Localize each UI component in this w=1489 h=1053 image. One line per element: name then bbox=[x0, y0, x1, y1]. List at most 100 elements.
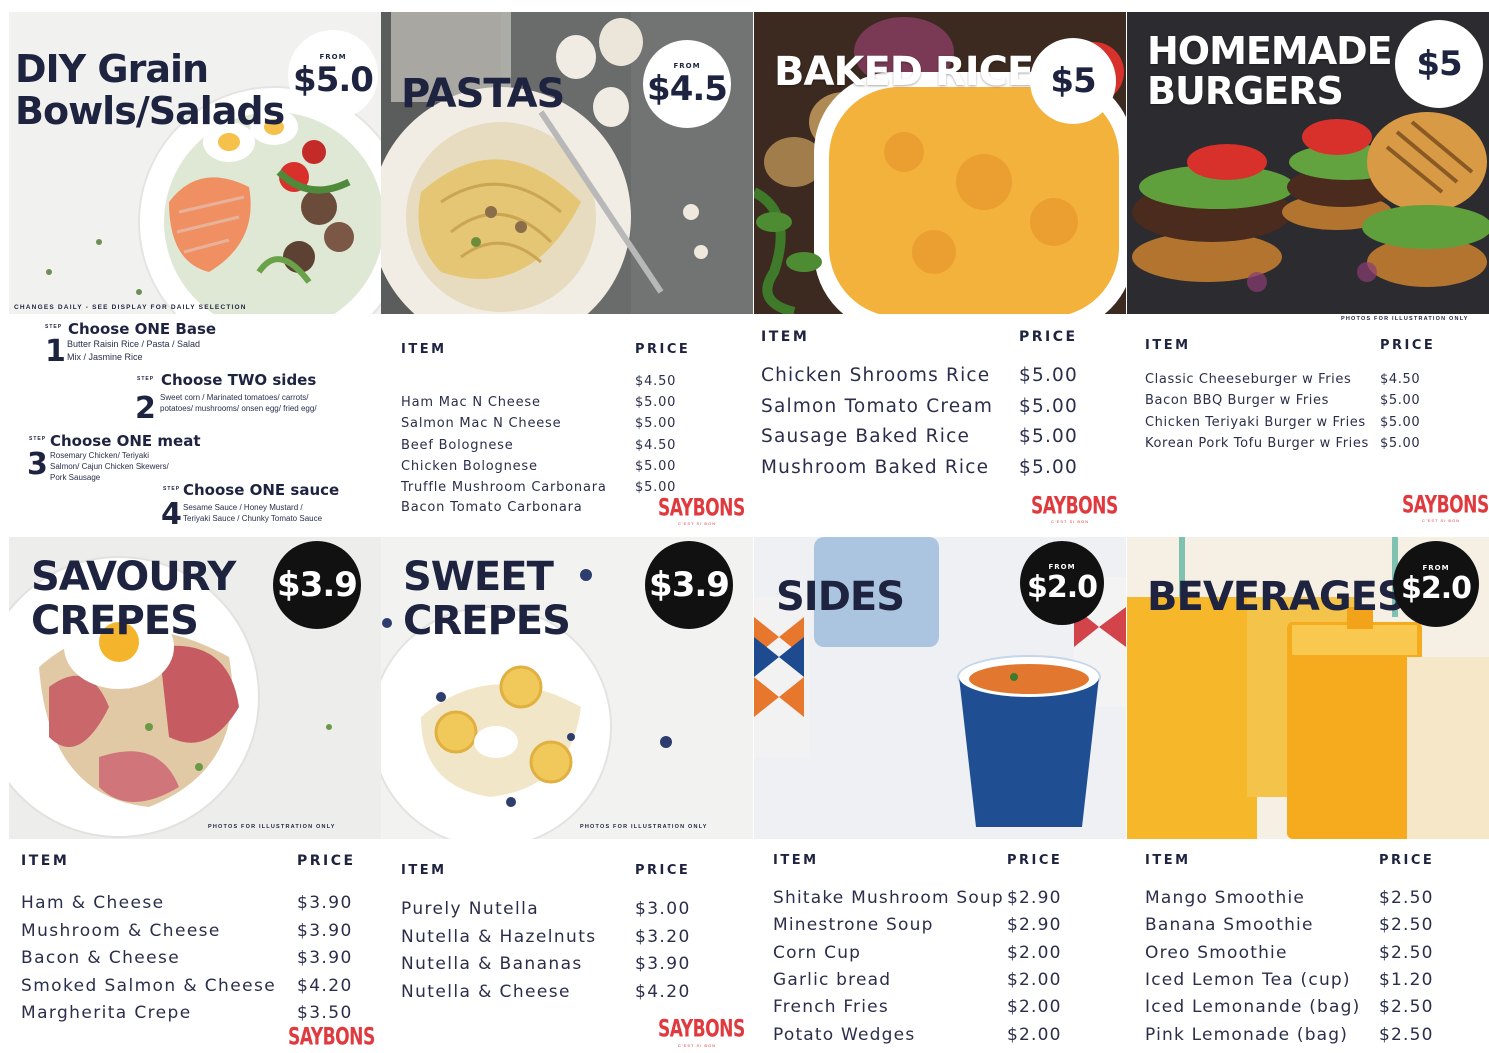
menu-item-price: $2.00 bbox=[1007, 1024, 1062, 1045]
menu-item-price: $4.50 bbox=[635, 437, 677, 453]
burgers-title: HOMEMADE BURGERS bbox=[1147, 29, 1393, 110]
burgers-item-header: ITEM bbox=[1145, 338, 1191, 353]
pastas-price-badge: FROM $4.5 bbox=[643, 40, 731, 128]
menu-item-price: $1.20 bbox=[1379, 969, 1434, 990]
step-3-label: STEP bbox=[29, 436, 47, 442]
menu-item-name: Mango Smoothie bbox=[1145, 888, 1306, 908]
menu-item-price: $4.50 bbox=[1380, 372, 1421, 387]
panel-beverages: BEVERAGES FROM $2.0 ITEM PRICE Mango Smo… bbox=[1127, 537, 1489, 1053]
menu-item-price: $3.90 bbox=[297, 893, 353, 913]
badge-price: $3.9 bbox=[649, 565, 730, 605]
menu-item-price: $4.20 bbox=[297, 975, 353, 996]
menu-item-name: Chicken Shrooms Rice bbox=[761, 365, 991, 386]
menu-item-name: Mushroom Baked Rice bbox=[761, 456, 990, 478]
menu-item-price: $5.00 bbox=[1019, 395, 1078, 417]
menu-item-price: $5.00 bbox=[635, 480, 677, 495]
burgers-brand-logo: SAYBONS bbox=[1402, 491, 1489, 519]
menu-item-price: $3.00 bbox=[635, 899, 691, 919]
menu-item-price: $2.50 bbox=[1379, 888, 1434, 908]
step-1-title: Choose ONE Base bbox=[68, 320, 217, 338]
beverages-price-header: PRICE bbox=[1379, 853, 1435, 868]
menu-item-name: Margherita Crepe bbox=[21, 1003, 192, 1023]
beverages-title: BEVERAGES bbox=[1147, 574, 1406, 620]
pastas-brand-tagline: C'EST SI BON bbox=[678, 521, 717, 526]
menu-item-price: $3.90 bbox=[635, 954, 691, 974]
menu-item-name: Bacon Tomato Carbonara bbox=[401, 500, 583, 516]
menu-item-name: Garlic bread bbox=[773, 969, 892, 990]
savoury-crepes-title-line1: SAVOURY bbox=[31, 554, 236, 600]
baked-rice-price-header: PRICE bbox=[1019, 329, 1078, 345]
menu-item-name: Bacon & Cheese bbox=[21, 948, 181, 968]
menu-item-price: $5.00 bbox=[635, 416, 677, 432]
sides-price-header: PRICE bbox=[1007, 853, 1063, 868]
step-4-number: 4 bbox=[161, 497, 182, 532]
sweet-crepes-price-badge: $3.9 bbox=[645, 541, 733, 629]
savoury-crepes-item-header: ITEM bbox=[21, 853, 70, 869]
menu-item-name: Smoked Salmon & Cheese bbox=[21, 975, 277, 996]
menu-item-name: Ham & Cheese bbox=[21, 893, 165, 913]
step-3-description: Rosemary Chicken/ Teriyaki Salmon/ Cajun… bbox=[50, 450, 169, 484]
menu-item-price: $3.50 bbox=[297, 1003, 353, 1023]
menu-item-price: $2.00 bbox=[1007, 969, 1062, 990]
menu-item-name: Minestrone Soup bbox=[773, 915, 934, 936]
step-4-label: STEP bbox=[163, 486, 181, 492]
menu-item-name: Chicken Teriyaki Burger w Fries bbox=[1145, 414, 1366, 430]
badge-price: $3.9 bbox=[277, 565, 358, 605]
menu-item-name: Banana Smoothie bbox=[1145, 915, 1314, 936]
menu-item-price: $5.00 bbox=[1019, 365, 1078, 386]
menu-item-price: $5.00 bbox=[1380, 414, 1421, 430]
step-1-desc-line1: Butter Raisin Rice / Pasta / Salad bbox=[67, 339, 201, 349]
menu-item-name: Purely Nutella bbox=[401, 899, 540, 919]
menu-item-price: $4.20 bbox=[635, 981, 691, 1002]
menu-item-name: Potato Wedges bbox=[773, 1024, 916, 1045]
step-2-number: 2 bbox=[135, 391, 156, 426]
menu-item-name: Chicken Bolognese bbox=[401, 458, 538, 474]
step-1-desc-line2: Mix / Jasmine Rice bbox=[67, 351, 143, 362]
menu-item-name: Korean Pork Tofu Burger w Fries bbox=[1145, 435, 1369, 451]
panel-burgers: HOMEMADE BURGERS $5 PHOTOS FOR ILLUSTRAT… bbox=[1127, 12, 1489, 532]
baked-rice-brand-logo: SAYBONS bbox=[1031, 492, 1118, 520]
menu-item-price: $2.00 bbox=[1007, 942, 1062, 963]
menu-item-name: Corn Cup bbox=[773, 942, 862, 963]
menu-item-price: $2.90 bbox=[1007, 888, 1062, 908]
menu-item-price: $3.20 bbox=[635, 926, 691, 947]
step-3-title: Choose ONE meat bbox=[50, 432, 201, 450]
menu-item-price: $3.90 bbox=[297, 920, 353, 941]
burgers-title-line1: HOMEMADE bbox=[1147, 29, 1393, 73]
pastas-price-header: PRICE bbox=[635, 342, 691, 357]
baked-rice-brand-tagline: C'EST SI BON bbox=[1051, 519, 1090, 524]
menu-item-price: $2.50 bbox=[1379, 1024, 1434, 1045]
step-1-description: Butter Raisin Rice / Pasta / Salad Mix /… bbox=[67, 338, 200, 363]
menu-item-name: Oreo Smoothie bbox=[1145, 942, 1288, 963]
badge-price: $5 bbox=[1050, 61, 1096, 101]
menu-item-name: Iced Lemon Tea (cup) bbox=[1145, 969, 1351, 990]
menu-item-price: $5.00 bbox=[635, 395, 677, 411]
panel-sides: SIDES FROM $2.0 ITEM PRICE Shitake Mushr… bbox=[754, 537, 1126, 1053]
menu-item-name: Beef Bolognese bbox=[401, 437, 514, 453]
savoury-crepes-title: SAVOURY CREPES bbox=[31, 554, 236, 641]
grain-bowls-price-badge: FROM $5.0 bbox=[288, 30, 378, 120]
savoury-crepes-price-badge: $3.9 bbox=[273, 541, 361, 629]
grain-bowls-title: DIY Grain Bowls/Salads bbox=[15, 50, 285, 133]
badge-price: $2.0 bbox=[1026, 569, 1098, 605]
step-4-description: Sesame Sauce / Honey Mustard / Teriyaki … bbox=[183, 502, 322, 524]
sides-item-header: ITEM bbox=[773, 853, 819, 868]
step-3-desc-line1: Rosemary Chicken/ Teriyaki bbox=[50, 451, 149, 460]
menu-item-price: $2.00 bbox=[1007, 997, 1062, 1018]
grain-bowls-title-line2: Bowls/Salads bbox=[15, 89, 285, 133]
beverages-price-badge: FROM $2.0 bbox=[1393, 541, 1479, 627]
menu-item-name: Truffle Mushroom Carbonara bbox=[401, 480, 607, 495]
baked-rice-title: BAKED RICE bbox=[774, 49, 1034, 95]
badge-price: $2.0 bbox=[1400, 570, 1472, 606]
grain-bowls-caption: CHANGES DAILY - SEE DISPLAY FOR DAILY SE… bbox=[14, 304, 247, 311]
step-3-number: 3 bbox=[27, 447, 48, 482]
menu-item-price: $5.00 bbox=[1019, 456, 1078, 478]
pastas-item-header: ITEM bbox=[401, 342, 447, 357]
menu-item-name: Nutella & Hazelnuts bbox=[401, 926, 597, 947]
burgers-caption: PHOTOS FOR ILLUSTRATION ONLY bbox=[1341, 316, 1469, 322]
pastas-brand-logo: SAYBONS bbox=[658, 494, 745, 522]
menu-item-price: $2.50 bbox=[1379, 915, 1434, 936]
badge-price: $5.0 bbox=[293, 59, 374, 100]
sweet-crepes-brand-logo: SAYBONS bbox=[658, 1015, 745, 1043]
step-1-number: 1 bbox=[45, 334, 66, 369]
